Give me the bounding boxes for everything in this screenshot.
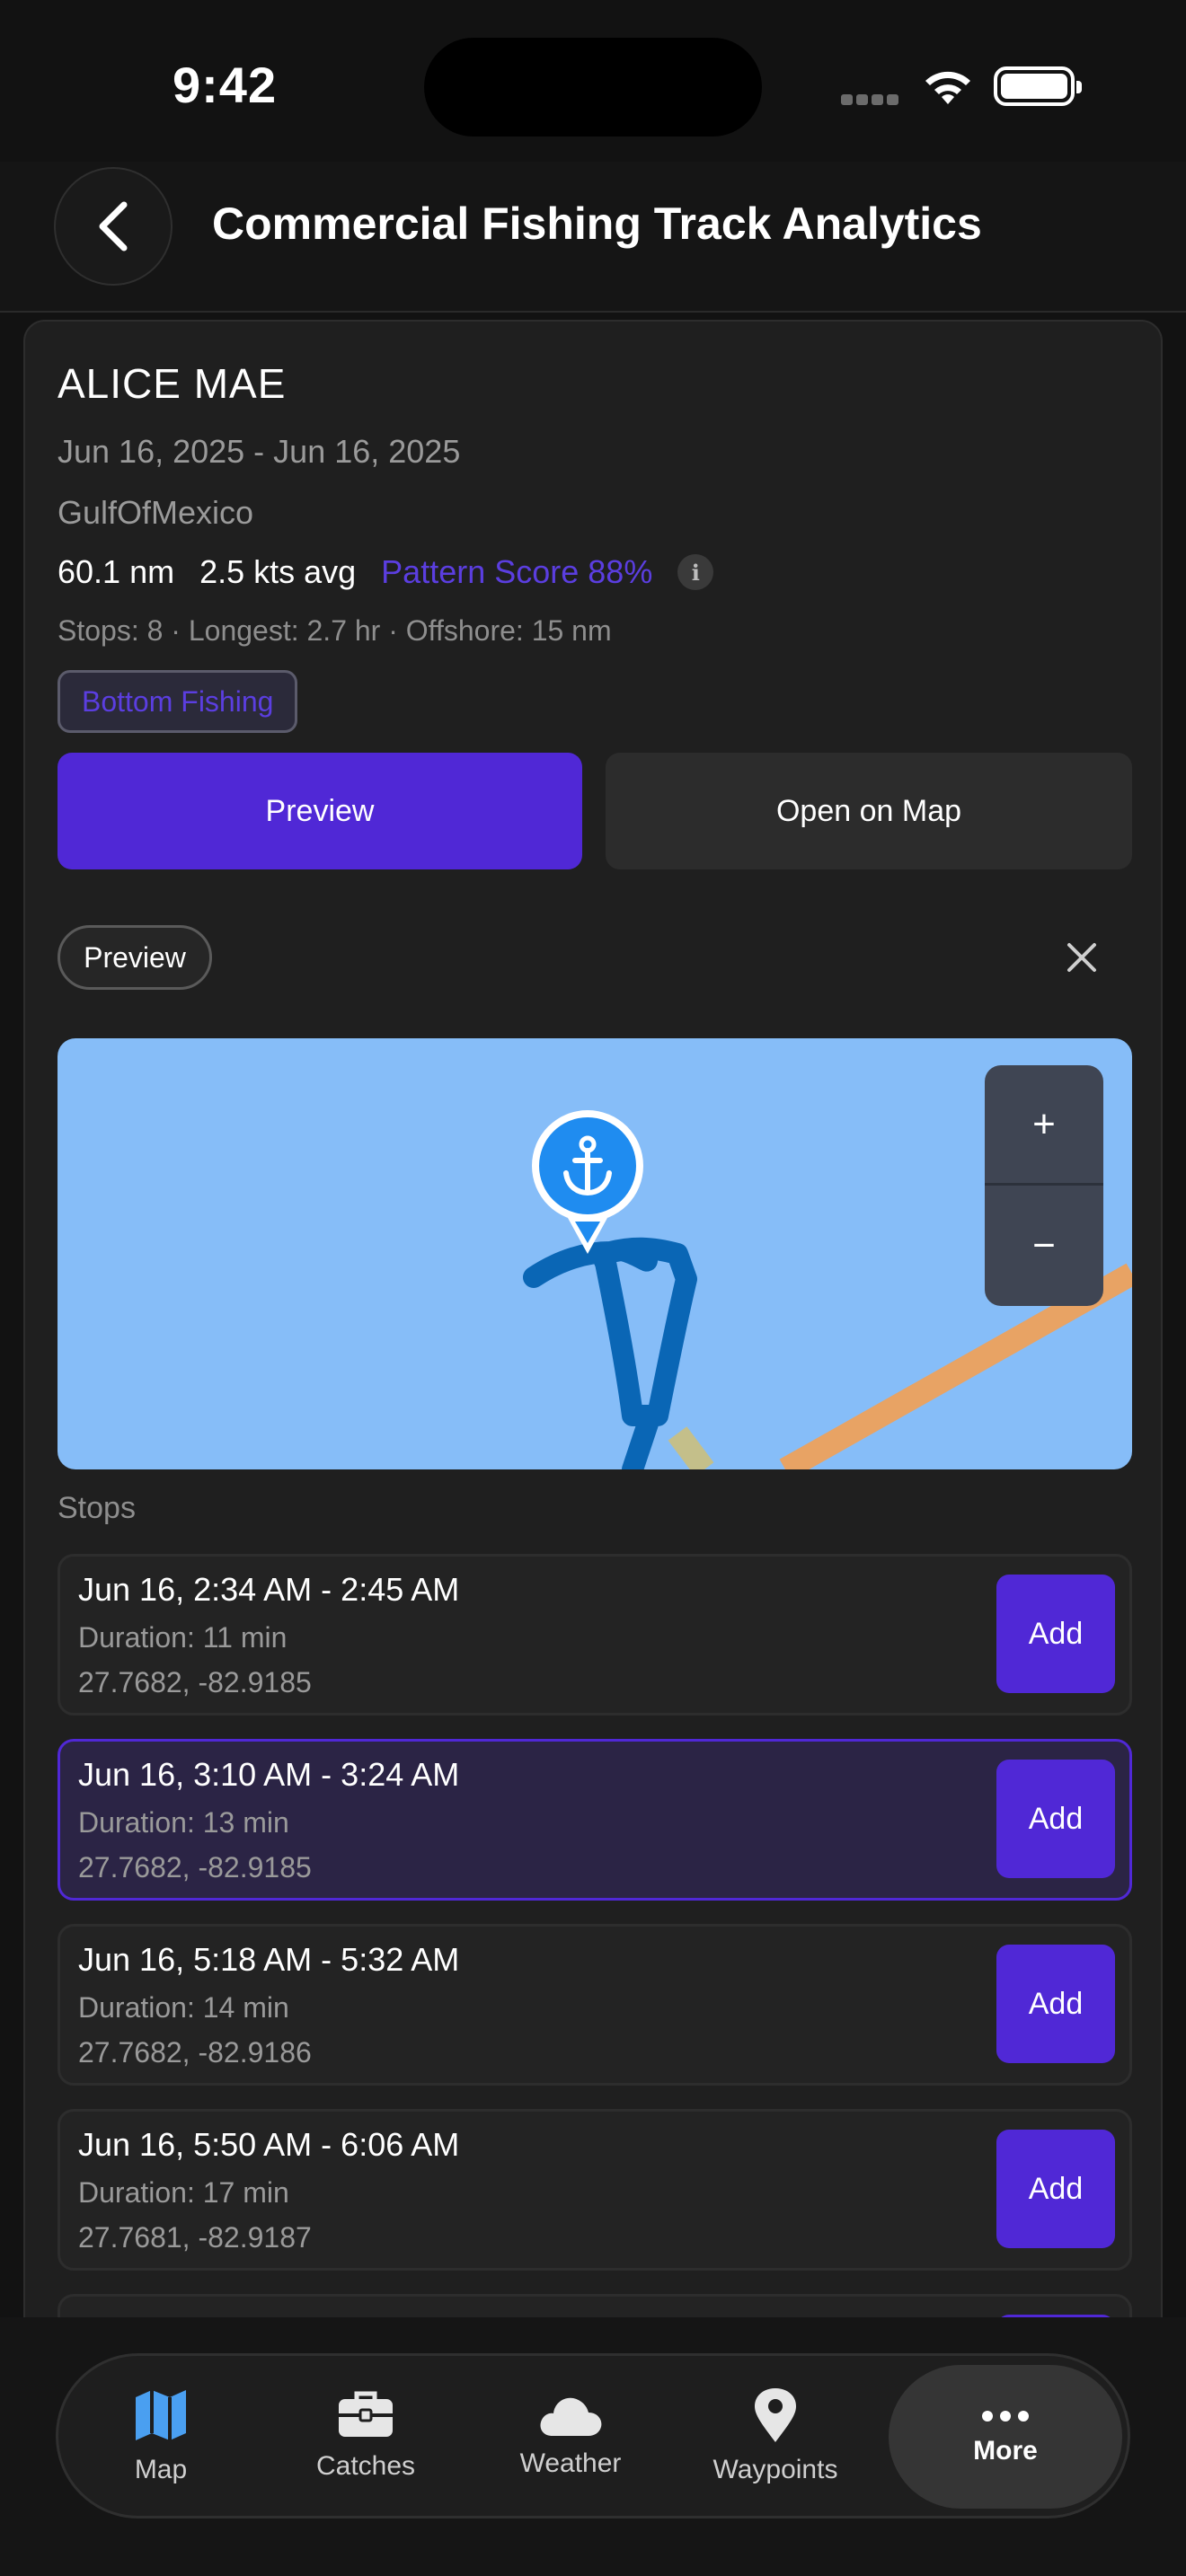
stop-duration: Duration: 13 min	[78, 1806, 289, 1839]
stop-time: Jun 16, 5:50 AM - 6:06 AM	[78, 2126, 460, 2163]
tab-map[interactable]: Map	[58, 2356, 263, 2516]
battery-icon	[994, 66, 1082, 106]
chevron-left-icon	[99, 201, 128, 251]
tab-weather[interactable]: Weather	[468, 2356, 673, 2516]
anchor-pin-icon	[532, 1110, 643, 1254]
page-title: Commercial Fishing Track Analytics	[212, 198, 982, 249]
tab-bar: Map Catches Weather Waypoints More	[56, 2353, 1130, 2519]
trip-distance: 60.1 nm	[58, 553, 175, 590]
stop-duration: Duration: 17 min	[78, 2176, 289, 2209]
track-preview-map[interactable]: + −	[58, 1038, 1132, 1469]
back-button[interactable]	[54, 167, 173, 286]
stop-duration: Duration: 14 min	[78, 1991, 289, 2024]
tab-waypoints[interactable]: Waypoints	[673, 2356, 878, 2516]
stop-duration: Duration: 11 min	[78, 1621, 288, 1654]
fishing-type-tag: Bottom Fishing	[58, 670, 298, 733]
stop-time: Jun 16, 2:34 AM - 2:45 AM	[78, 1571, 460, 1608]
map-icon	[136, 2390, 186, 2440]
zoom-out-button[interactable]: −	[985, 1186, 1103, 1306]
status-bar: 9:42	[0, 0, 1186, 162]
pin-icon	[755, 2388, 796, 2442]
zoom-controls: + −	[985, 1065, 1103, 1306]
zoom-in-button[interactable]: +	[985, 1065, 1103, 1186]
tab-label: Waypoints	[712, 2455, 838, 2484]
status-time: 9:42	[173, 57, 278, 113]
tab-label: More	[973, 2436, 1038, 2466]
open-on-map-button[interactable]: Open on Map	[606, 753, 1132, 869]
tab-label: Catches	[315, 2451, 416, 2481]
add-stop-button[interactable]: Add	[996, 1945, 1115, 2063]
stop-item-selected[interactable]: Jun 16, 3:10 AM - 3:24 AM Duration: 13 m…	[58, 1739, 1132, 1901]
stop-time: Jun 16, 5:18 AM - 5:32 AM	[78, 1941, 460, 1978]
tab-label: Map	[134, 2455, 188, 2484]
cloud-icon	[540, 2397, 602, 2436]
trip-region: GulfOfMexico	[58, 494, 254, 531]
app-header: Commercial Fishing Track Analytics	[0, 162, 1186, 313]
close-icon	[1067, 943, 1096, 972]
stop-coordinates: 27.7682, -82.9185	[78, 1851, 312, 1883]
stop-coordinates: 27.7681, -82.9187	[78, 2221, 312, 2254]
stops-heading: Stops	[58, 1491, 136, 1525]
tab-catches[interactable]: Catches	[263, 2356, 468, 2516]
trip-summary: Stops: 8 · Longest: 2.7 hr · Offshore: 1…	[58, 614, 612, 647]
more-icon	[982, 2411, 1029, 2422]
stop-item[interactable]: Jun 16, 2:34 AM - 2:45 AM Duration: 11 m…	[58, 1554, 1132, 1716]
add-stop-button[interactable]: Add	[996, 2130, 1115, 2248]
map-road-segment	[668, 1426, 714, 1469]
trip-card: ALICE MAE Jun 16, 2025 - Jun 16, 2025 Gu…	[23, 320, 1163, 2386]
preview-chip: Preview	[58, 925, 212, 990]
trip-speed: 2.5 kts avg	[199, 553, 357, 590]
stop-time: Jun 16, 3:10 AM - 3:24 AM	[78, 1756, 460, 1793]
stop-coordinates: 27.7682, -82.9185	[78, 1666, 312, 1698]
info-icon[interactable]: i	[677, 554, 714, 590]
trip-dates: Jun 16, 2025 - Jun 16, 2025	[58, 433, 461, 470]
tab-label: Weather	[519, 2448, 622, 2478]
trip-stats: 60.1 nm 2.5 kts avg Pattern Score 88% i	[58, 553, 714, 591]
dynamic-island	[424, 38, 762, 137]
stop-item[interactable]: Jun 16, 5:18 AM - 5:32 AM Duration: 14 m…	[58, 1924, 1132, 2086]
add-stop-button[interactable]: Add	[996, 1760, 1115, 1878]
tab-more[interactable]: More	[889, 2365, 1122, 2509]
wifi-icon	[925, 71, 970, 104]
briefcase-icon	[339, 2391, 393, 2437]
vessel-name: ALICE MAE	[58, 360, 287, 407]
add-stop-button[interactable]: Add	[996, 1575, 1115, 1693]
cellular-signal-icon	[841, 93, 902, 110]
pattern-score: Pattern Score 88%	[381, 553, 653, 590]
vessel-track	[523, 1237, 697, 1469]
close-preview-button[interactable]	[1049, 925, 1114, 990]
stop-item[interactable]: Jun 16, 5:50 AM - 6:06 AM Duration: 17 m…	[58, 2109, 1132, 2271]
preview-button[interactable]: Preview	[58, 753, 582, 869]
stop-coordinates: 27.7682, -82.9186	[78, 2036, 312, 2069]
